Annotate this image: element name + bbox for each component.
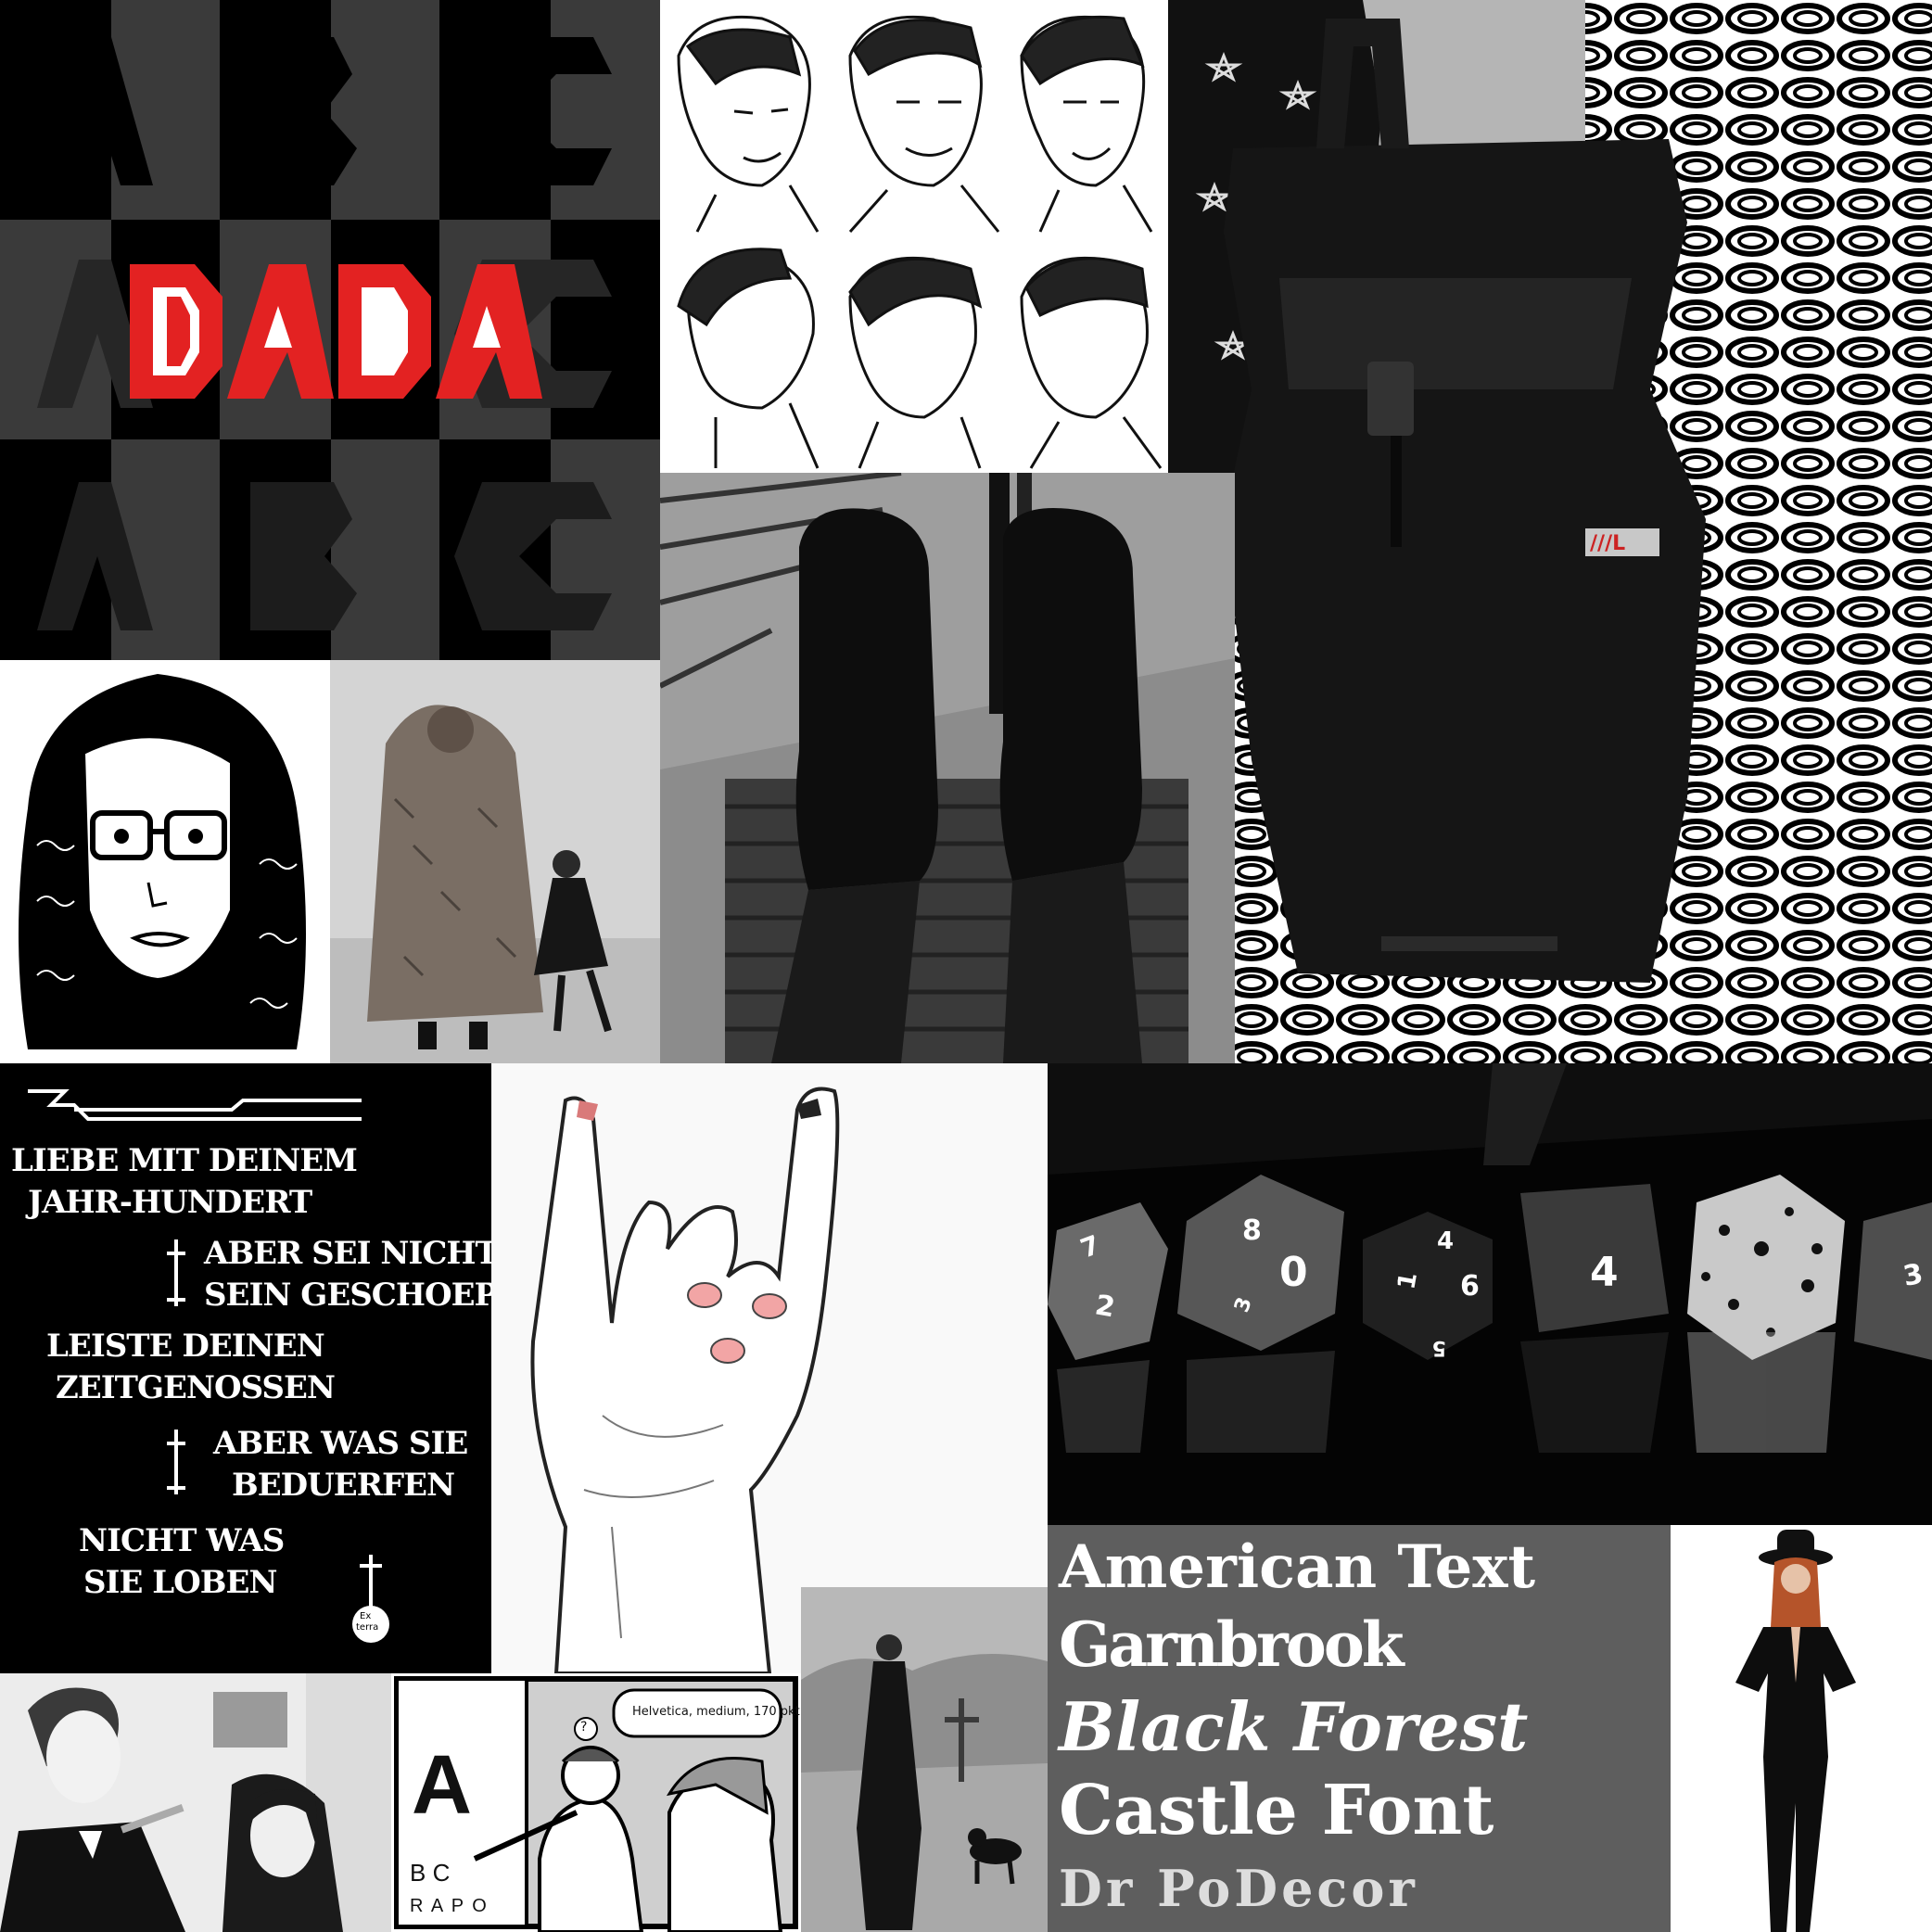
fur-coat-image	[330, 660, 660, 1063]
font-sample-garnbrook: Garnbrook	[1059, 1608, 1405, 1681]
german-poem-panel: LIEBE MIT DEINEM JAHR-HUNDERT ABER SEI N…	[0, 1063, 491, 1673]
badge-text: terra	[356, 1622, 379, 1633]
curly-hair-portrait-drawing	[0, 660, 330, 1063]
buckle-icon	[1367, 362, 1414, 436]
model-image	[1671, 1525, 1932, 1932]
font-sample-dr-podecor: Dr PoDecor	[1059, 1859, 1418, 1918]
backpack-collage: ///L	[1168, 0, 1932, 1063]
fur-coat-photo	[330, 660, 660, 1063]
dice-number: 8	[1242, 1214, 1262, 1247]
dice-number: 4	[1437, 1227, 1454, 1255]
eye-chart-letter: A	[412, 1739, 472, 1832]
speech-bubble-text: Helvetica, medium, 170 pkt	[632, 1705, 800, 1719]
eye-chart-cartoon: Helvetica, medium, 170 pkt ? A B C R A P…	[391, 1673, 801, 1932]
dice-photo: 72803416543	[1048, 1063, 1932, 1525]
font-sample-castle-font: Castle Font	[1059, 1771, 1494, 1850]
boots-photo	[660, 473, 1235, 1063]
dice-number: 6	[1460, 1270, 1480, 1303]
eye-chart-row: R A P O	[410, 1896, 489, 1916]
backpack-graphic: ///L	[1168, 0, 1932, 1063]
dice-number: 0	[1279, 1249, 1308, 1296]
desert-woman-dog-photo	[801, 1587, 1048, 1932]
desert-image	[801, 1587, 1048, 1932]
sketch-faces-drawing	[677, 15, 1163, 469]
glasses-woman-drawing	[0, 660, 330, 1063]
couple-photo	[0, 1673, 391, 1932]
dice-image: 7280341 654 3	[1048, 1063, 1932, 1525]
question-mark: ?	[580, 1720, 588, 1735]
badge-text: Ex	[360, 1611, 372, 1621]
portrait-sketches	[660, 0, 1168, 473]
dada-abc-artwork	[0, 0, 660, 660]
hand-icon	[491, 1063, 1048, 1673]
couple-image	[0, 1673, 391, 1932]
bag-tag-text: ///L	[1590, 532, 1625, 555]
hand-gesture-drawing	[491, 1063, 1048, 1673]
cross-icon	[167, 1239, 389, 1643]
dice-number: 5	[1432, 1336, 1446, 1359]
font-sample-american-text: American Text	[1059, 1532, 1536, 1602]
blackletter-fonts-panel: American Text Garnbrook Black Forest Cas…	[1048, 1525, 1671, 1932]
eye-chart-row: B C	[410, 1859, 451, 1887]
model-jumpsuit-photo	[1671, 1525, 1932, 1932]
abc-checker-graphic	[0, 0, 660, 660]
font-sample-black-forest: Black Forest	[1059, 1687, 1529, 1766]
boots-image	[660, 473, 1235, 1063]
dice-number: 4	[1590, 1249, 1619, 1296]
